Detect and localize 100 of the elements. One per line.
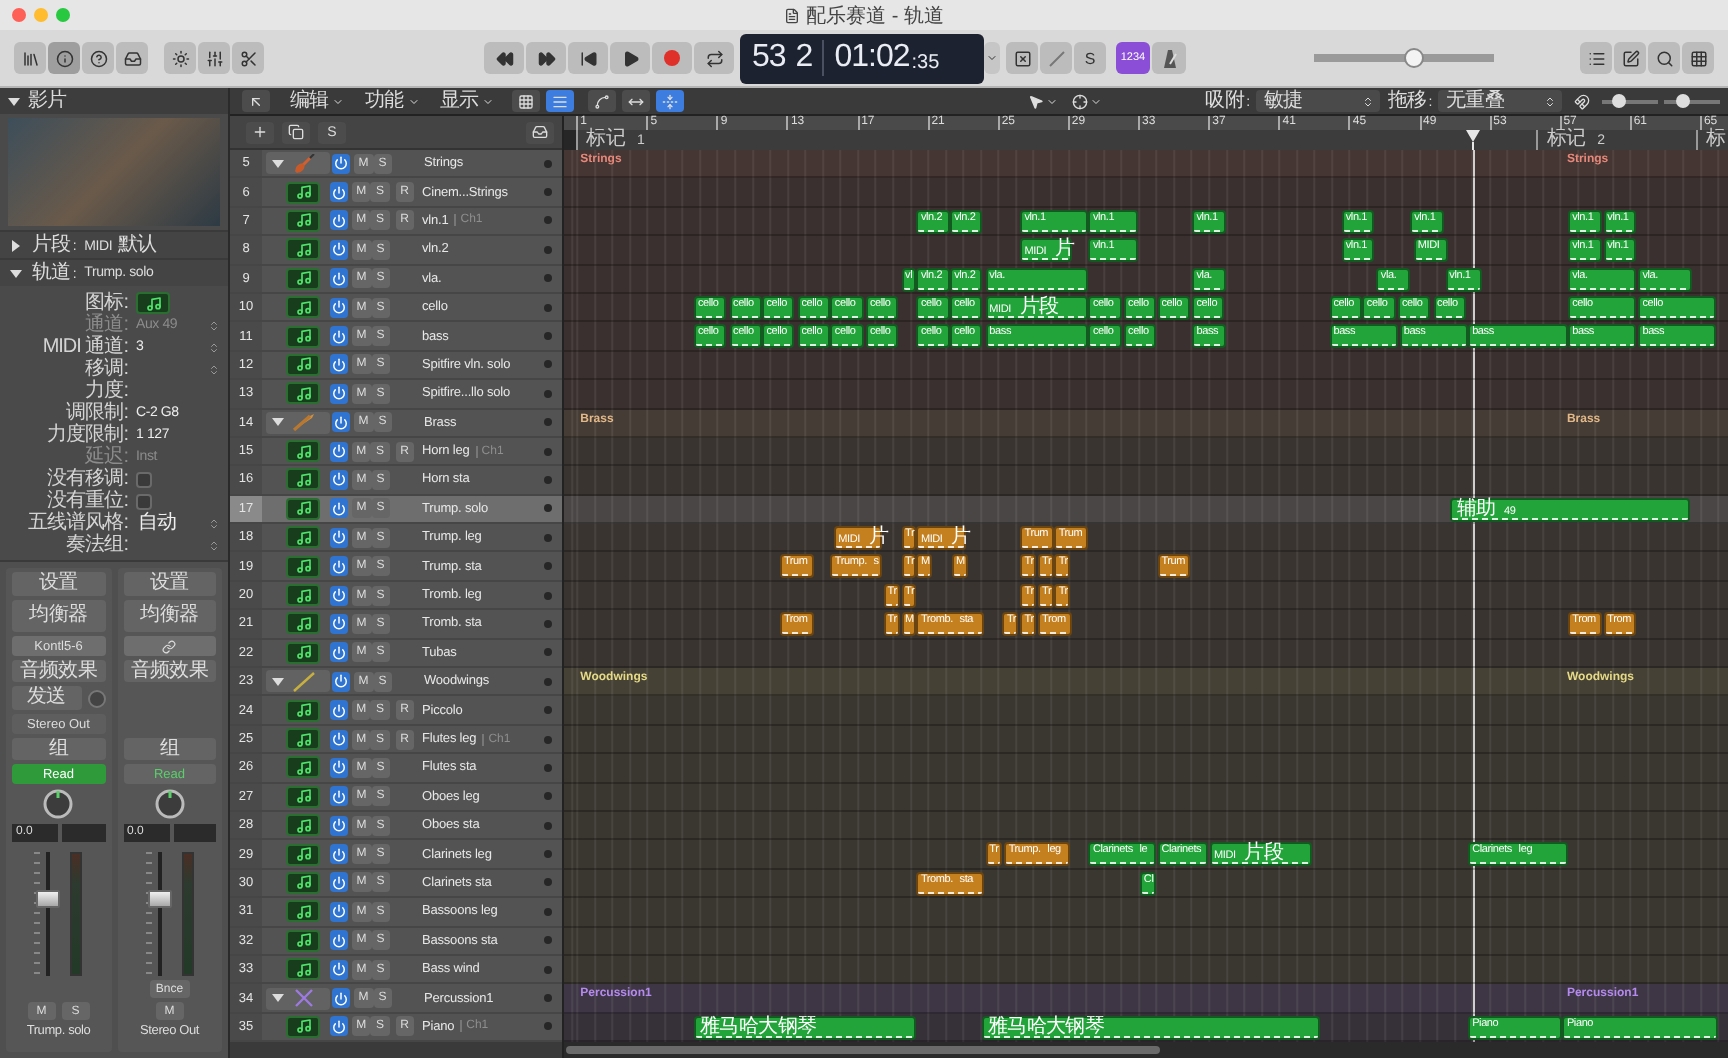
smart-controls-button[interactable] [164, 42, 196, 74]
cycle-button[interactable] [694, 42, 734, 74]
power-button[interactable] [330, 556, 348, 577]
power-button[interactable] [330, 527, 348, 548]
track-icon[interactable] [286, 612, 320, 635]
record-dot[interactable] [544, 965, 552, 974]
power-button[interactable] [330, 930, 348, 951]
menu-button[interactable]: 显示 [433, 90, 499, 112]
toolbar-button[interactable] [116, 42, 148, 74]
record-dot[interactable] [544, 475, 552, 484]
power-button[interactable] [330, 326, 348, 347]
power-button[interactable] [332, 153, 350, 174]
marker[interactable]: 标 [1696, 130, 1728, 150]
record-dot[interactable] [544, 418, 552, 427]
power-button[interactable] [330, 1016, 348, 1037]
pencil-tool-button[interactable] [1067, 90, 1106, 112]
record-dot[interactable] [544, 821, 552, 830]
audio-fx-slot[interactable]: 音频效果 [123, 660, 216, 682]
track-icon[interactable] [286, 871, 320, 894]
track-icon[interactable] [286, 728, 320, 750]
record-dot[interactable] [544, 447, 552, 456]
scrollbar-thumb[interactable] [566, 1046, 1160, 1055]
disclosure-icon[interactable] [272, 157, 284, 170]
power-button[interactable] [330, 239, 348, 260]
loop-browser-button[interactable] [1648, 42, 1680, 74]
power-button[interactable] [330, 642, 348, 663]
disclosure-icon[interactable] [10, 267, 22, 279]
solo-button[interactable]: S [1074, 42, 1106, 74]
fader-thumb[interactable] [147, 890, 172, 909]
flex-button[interactable] [622, 90, 651, 112]
record-dot[interactable] [544, 735, 552, 743]
power-button[interactable] [332, 988, 350, 1009]
slider-thumb[interactable] [1403, 48, 1423, 68]
rewind-button[interactable] [484, 42, 524, 74]
browser-button[interactable] [1682, 42, 1714, 74]
power-button[interactable] [330, 210, 348, 231]
power-button[interactable] [330, 729, 348, 749]
record-dot[interactable] [544, 619, 552, 628]
track-icon[interactable] [286, 238, 320, 261]
back-button[interactable] [242, 90, 270, 112]
record-dot[interactable] [544, 936, 552, 945]
record-dot[interactable] [544, 706, 552, 715]
power-button[interactable] [330, 498, 348, 519]
slider-thumb[interactable] [1676, 94, 1691, 108]
record-dot[interactable] [544, 274, 552, 283]
group-slot[interactable]: 组 [12, 738, 105, 760]
power-button[interactable] [330, 844, 348, 865]
track-icon[interactable] [286, 641, 320, 664]
folder-icon-box[interactable] [266, 670, 330, 693]
library-button[interactable] [14, 42, 46, 74]
folder-icon-box[interactable] [266, 152, 330, 175]
checkbox[interactable] [136, 493, 152, 509]
record-dot[interactable] [544, 591, 552, 600]
power-button[interactable] [330, 872, 348, 893]
track-icon[interactable] [136, 292, 170, 314]
record-dot[interactable] [544, 159, 552, 168]
folder-icon-box[interactable] [266, 987, 330, 1010]
editors-button[interactable] [232, 42, 264, 74]
pan-knob[interactable] [42, 788, 75, 820]
snap-dropdown[interactable]: 敏捷 [1255, 90, 1380, 112]
power-button[interactable] [332, 412, 350, 433]
power-button[interactable] [330, 786, 348, 807]
power-button[interactable] [330, 815, 348, 836]
fast-forward-button[interactable] [526, 42, 566, 74]
track-icon[interactable] [286, 900, 320, 923]
view-toggle-button[interactable] [512, 90, 541, 112]
fader-thumb[interactable] [36, 890, 61, 909]
record-dot[interactable] [544, 1022, 552, 1031]
record-dot[interactable] [544, 792, 552, 801]
record-dot[interactable] [544, 216, 552, 225]
midi-region[interactable]: 雅马哈大钢琴 [693, 1015, 917, 1040]
record-dot[interactable] [544, 850, 552, 859]
record-dot[interactable] [544, 303, 552, 312]
power-button[interactable] [330, 182, 348, 203]
go-to-start-button[interactable] [568, 42, 608, 74]
record-dot[interactable] [544, 245, 552, 254]
menu-button[interactable]: 编辑 [284, 90, 349, 112]
track-icon[interactable] [286, 209, 320, 232]
disclosure-icon[interactable] [272, 992, 284, 1005]
midi-region[interactable]: 雅马哈大钢琴 [981, 1015, 1321, 1040]
record-dot[interactable] [544, 188, 552, 197]
help-button[interactable] [82, 42, 114, 74]
record-dot[interactable] [544, 907, 552, 916]
record-dot[interactable] [544, 763, 552, 772]
record-dot[interactable] [544, 504, 552, 513]
record-dot[interactable] [544, 389, 552, 398]
power-button[interactable] [332, 671, 350, 692]
track-icon[interactable] [286, 353, 320, 376]
automation-button[interactable] [588, 90, 617, 112]
record-dot[interactable] [544, 677, 552, 686]
power-button[interactable] [330, 700, 348, 721]
drag-dropdown[interactable]: 无重叠 [1438, 90, 1562, 112]
add-track-button[interactable] [246, 121, 274, 143]
power-button[interactable] [330, 613, 348, 634]
power-button[interactable] [330, 441, 348, 462]
power-button[interactable] [330, 354, 348, 375]
power-button[interactable] [330, 297, 348, 318]
power-button[interactable] [330, 268, 348, 289]
power-button[interactable] [330, 901, 348, 922]
record-dot[interactable] [544, 994, 552, 1003]
